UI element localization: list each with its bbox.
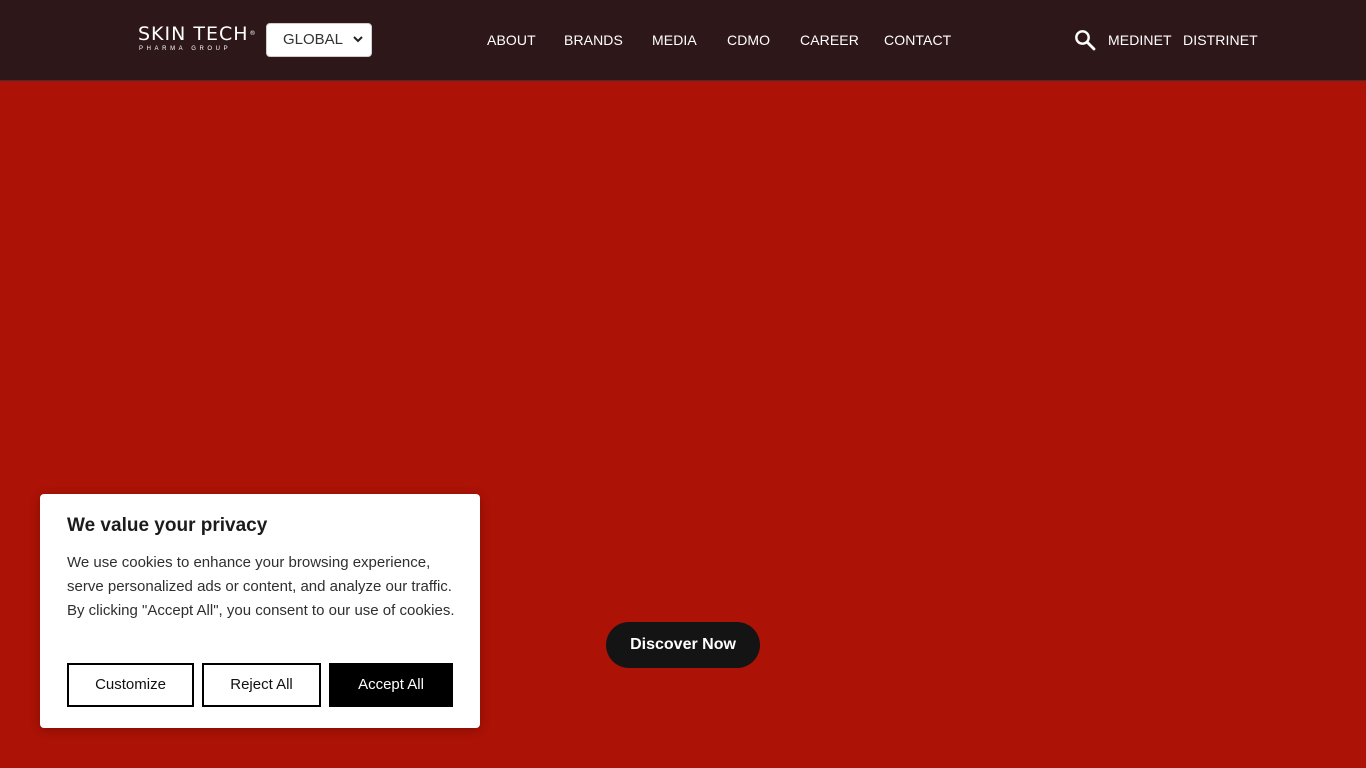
discover-now-button[interactable]: Discover Now (606, 622, 760, 668)
cookie-banner-title: We value your privacy (67, 515, 268, 536)
accept-all-button[interactable]: Accept All (329, 663, 453, 707)
nav-item-career[interactable]: CAREER (800, 31, 859, 49)
nav-item-about[interactable]: ABOUT (487, 31, 536, 49)
logo-wordmark: SKIN TECH® (138, 23, 257, 45)
logo-tagline: PHARMA GROUP (139, 46, 232, 52)
nav-item-brands[interactable]: BRANDS (564, 31, 623, 49)
site-header: SKIN TECH® PHARMA GROUP GLOBAL ABOUT BRA… (0, 0, 1366, 81)
nav-item-contact[interactable]: CONTACT (884, 31, 951, 49)
nav-item-media[interactable]: MEDIA (652, 31, 697, 49)
chevron-down-icon (353, 36, 363, 43)
region-select[interactable]: GLOBAL (266, 23, 372, 57)
nav-link-distrinet[interactable]: DISTRINET (1183, 31, 1258, 49)
reject-all-button[interactable]: Reject All (202, 663, 321, 707)
skintech-logo[interactable]: SKIN TECH® PHARMA GROUP (138, 24, 256, 56)
cookie-banner-text: We use cookies to enhance your browsing … (67, 554, 455, 619)
customize-button[interactable]: Customize (67, 663, 194, 707)
region-select-value: GLOBAL (283, 31, 344, 48)
nav-item-cdmo[interactable]: CDMO (727, 31, 770, 49)
cookie-consent-banner: We value your privacy We use cookies to … (40, 494, 480, 728)
search-icon[interactable] (1073, 28, 1097, 52)
page: SKIN TECH® PHARMA GROUP GLOBAL ABOUT BRA… (0, 0, 1366, 768)
nav-link-medinet[interactable]: MEDINET (1108, 31, 1172, 49)
